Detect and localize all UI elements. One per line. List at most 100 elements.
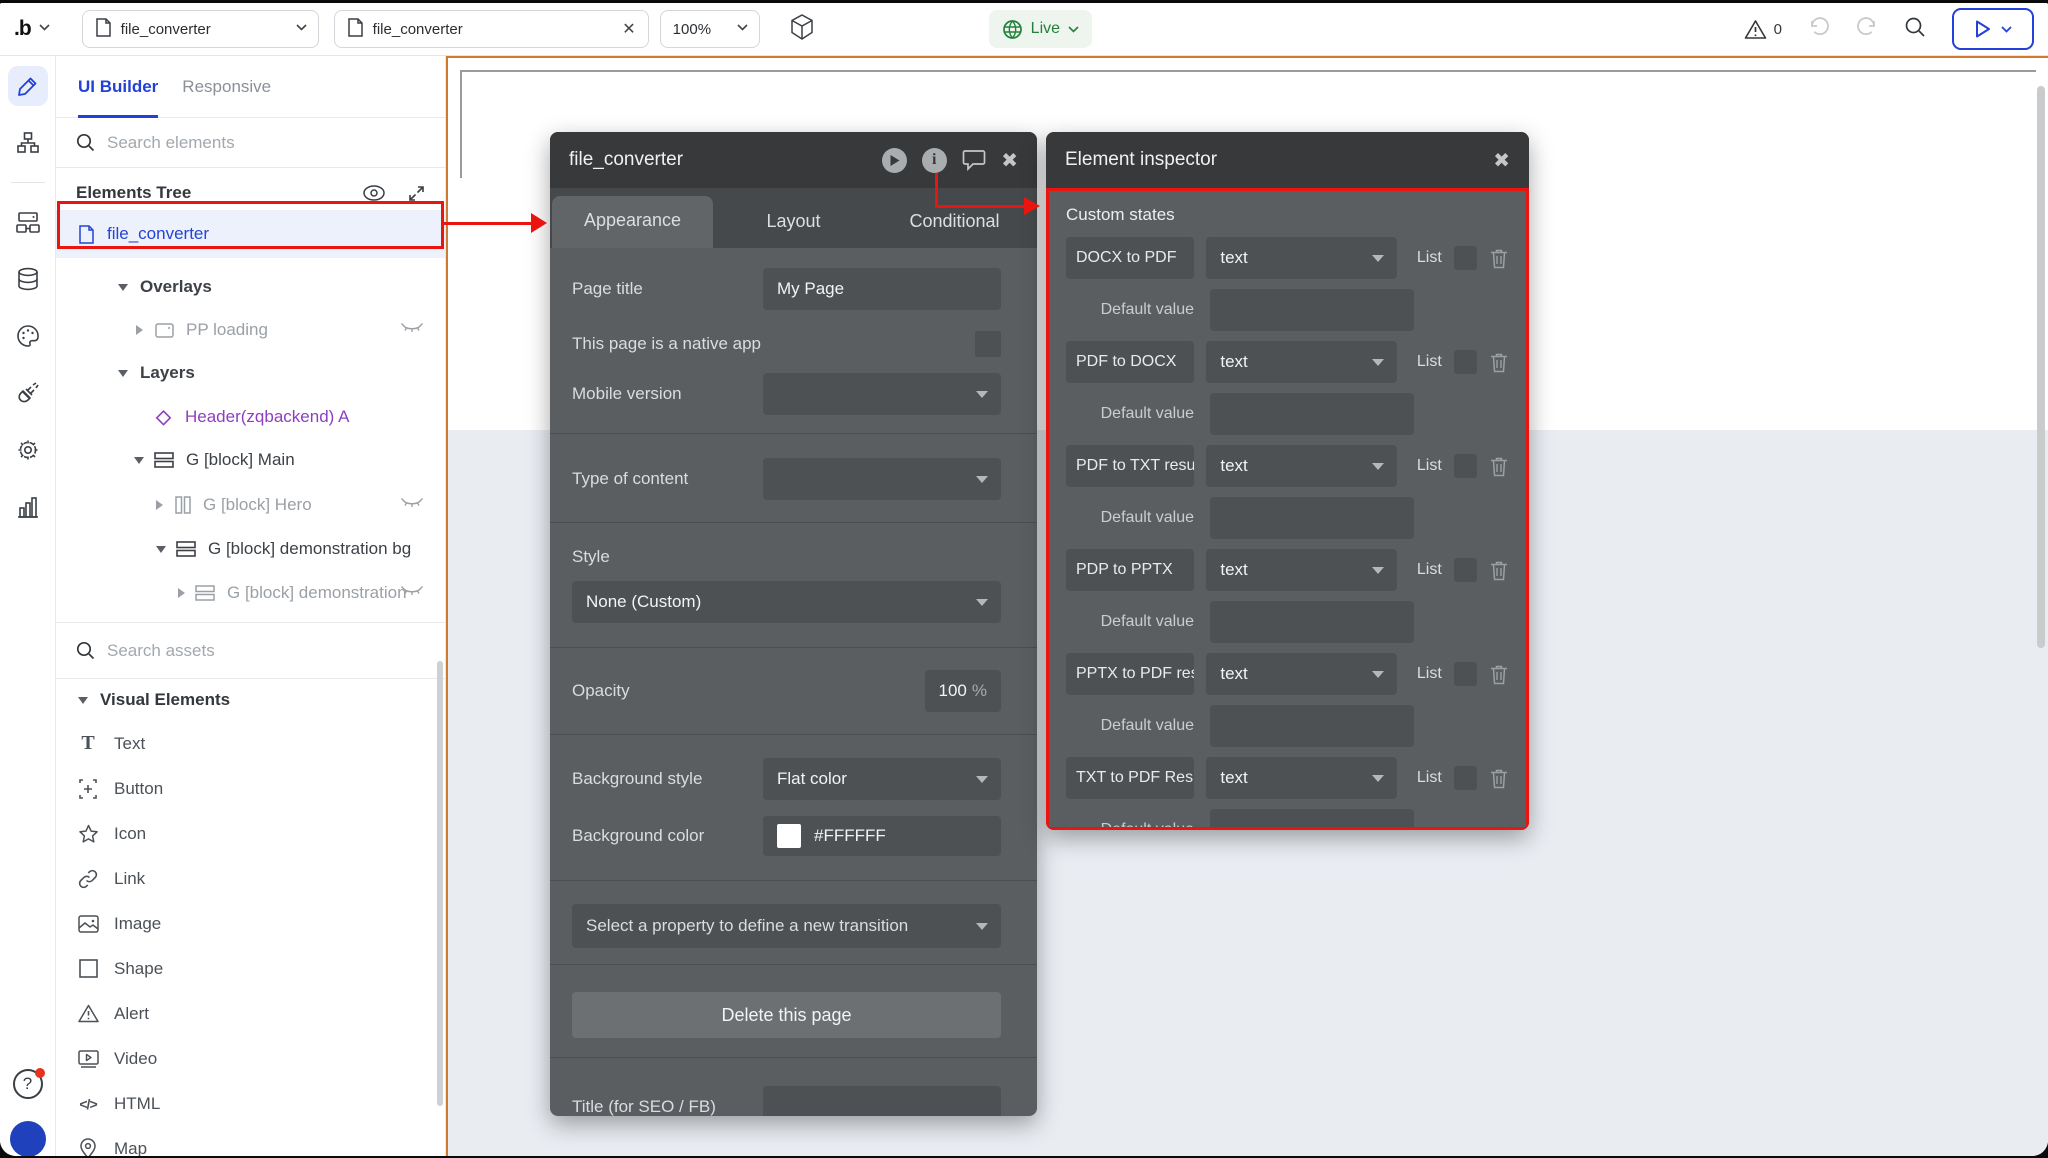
- nav-data-database-icon[interactable]: [8, 259, 48, 299]
- trash-icon[interactable]: [1489, 248, 1509, 269]
- undo-button[interactable]: [1808, 16, 1830, 42]
- mobile-version-dropdown[interactable]: [763, 373, 1001, 415]
- eye-icon[interactable]: [362, 185, 386, 201]
- asset-item-html[interactable]: </> HTML: [56, 1081, 445, 1126]
- asset-item-map[interactable]: Map: [56, 1126, 445, 1156]
- redo-button[interactable]: [1856, 16, 1878, 42]
- state-name-input[interactable]: PDP to PPTX: [1066, 549, 1194, 591]
- bubble-logo[interactable]: .b: [14, 17, 31, 41]
- tree-group-overlays[interactable]: Overlays: [56, 264, 445, 310]
- info-icon[interactable]: i: [921, 147, 947, 173]
- default-value-input[interactable]: [1210, 705, 1414, 747]
- tab-layout[interactable]: Layout: [713, 211, 874, 248]
- tab-conditional[interactable]: Conditional: [874, 211, 1035, 248]
- nav-design-pencil-icon[interactable]: [8, 66, 48, 106]
- default-value-input[interactable]: [1210, 289, 1414, 331]
- nav-logs-chart-icon[interactable]: [8, 487, 48, 527]
- visual-elements-header[interactable]: Visual Elements: [56, 679, 445, 721]
- tab-responsive[interactable]: Responsive: [182, 56, 271, 117]
- preview-play-button[interactable]: [1952, 8, 2034, 50]
- bg-color-field[interactable]: #FFFFFF: [763, 816, 1001, 856]
- list-checkbox[interactable]: [1454, 246, 1477, 270]
- nav-styles-palette-icon[interactable]: [8, 316, 48, 356]
- close-icon[interactable]: ✖: [1001, 148, 1018, 173]
- expand-arrow-icon[interactable]: [136, 325, 143, 335]
- canvas-scrollbar[interactable]: [2037, 86, 2045, 648]
- panel-scrollbar[interactable]: [437, 661, 443, 1106]
- asset-item-image[interactable]: Image: [56, 901, 445, 946]
- color-swatch[interactable]: [777, 824, 801, 848]
- open-page-tab[interactable]: file_converter ✕: [334, 10, 649, 48]
- list-checkbox[interactable]: [1454, 558, 1477, 582]
- tab-ui-builder[interactable]: UI Builder: [78, 56, 158, 117]
- close-icon[interactable]: ✖: [1493, 148, 1510, 173]
- state-type-dropdown[interactable]: text: [1206, 341, 1397, 383]
- page-selector-dropdown[interactable]: file_converter: [82, 10, 319, 48]
- trash-icon[interactable]: [1489, 664, 1509, 685]
- issues-indicator[interactable]: 0: [1744, 19, 1782, 40]
- asset-item-link[interactable]: Link: [56, 856, 445, 901]
- list-checkbox[interactable]: [1454, 350, 1477, 374]
- collapse-arrow-icon[interactable]: [118, 284, 128, 291]
- asset-item-button[interactable]: Button: [56, 766, 445, 811]
- collapse-arrow-icon[interactable]: [134, 457, 144, 464]
- user-avatar[interactable]: [10, 1121, 46, 1156]
- type-of-content-dropdown[interactable]: [763, 458, 1001, 500]
- trash-icon[interactable]: [1489, 456, 1509, 477]
- asset-item-shape[interactable]: Shape: [56, 946, 445, 991]
- state-type-dropdown[interactable]: text: [1206, 653, 1397, 695]
- tree-item-pp-loading[interactable]: PP loading: [56, 310, 445, 350]
- component-cube-icon[interactable]: [790, 14, 814, 45]
- state-name-input[interactable]: TXT to PDF Res: [1066, 757, 1194, 799]
- nav-reusables-blocks-icon[interactable]: [8, 202, 48, 242]
- tree-item-block-hero[interactable]: G [block] Hero: [56, 482, 445, 527]
- state-type-dropdown[interactable]: text: [1206, 237, 1397, 279]
- trash-icon[interactable]: [1489, 768, 1509, 789]
- state-type-dropdown[interactable]: text: [1206, 757, 1397, 799]
- page-title-input[interactable]: My Page: [763, 268, 1001, 310]
- tree-item-block-demo[interactable]: G [block] demonstration: [56, 571, 445, 615]
- nav-settings-gear-icon[interactable]: [8, 430, 48, 470]
- delete-page-button[interactable]: Delete this page: [572, 992, 1001, 1038]
- nav-workflow-sitemap-icon[interactable]: [8, 123, 48, 163]
- asset-item-video[interactable]: Video: [56, 1036, 445, 1081]
- asset-item-alert[interactable]: Alert: [56, 991, 445, 1036]
- tree-item-header-reusable[interactable]: Header(zqbackend) A: [56, 396, 445, 438]
- search-button[interactable]: [1904, 16, 1926, 43]
- tree-group-layers[interactable]: Layers: [56, 350, 445, 396]
- expand-arrow-icon[interactable]: [178, 588, 185, 598]
- tree-item-block-demo-bg[interactable]: G [block] demonstration bg: [56, 527, 445, 571]
- state-name-input[interactable]: PDF to DOCX: [1066, 341, 1194, 383]
- hidden-eye-icon[interactable]: [401, 495, 423, 515]
- collapse-arrow-icon[interactable]: [118, 370, 128, 377]
- close-tab-icon[interactable]: ✕: [622, 19, 635, 39]
- default-value-input[interactable]: [1210, 601, 1414, 643]
- list-checkbox[interactable]: [1454, 766, 1477, 790]
- property-editor-header[interactable]: file_converter i ✖: [550, 132, 1037, 188]
- state-name-input[interactable]: DOCX to PDF: [1066, 237, 1194, 279]
- state-name-input[interactable]: PPTX to PDF res: [1066, 653, 1194, 695]
- tab-appearance[interactable]: Appearance: [552, 196, 713, 248]
- native-app-checkbox[interactable]: [975, 331, 1001, 357]
- search-elements-input[interactable]: Search elements: [56, 118, 445, 168]
- default-value-input[interactable]: [1210, 393, 1414, 435]
- tree-item-block-main[interactable]: G [block] Main: [56, 438, 445, 482]
- asset-item-text[interactable]: T Text: [56, 721, 445, 766]
- transition-dropdown[interactable]: Select a property to define a new transi…: [572, 904, 1001, 948]
- design-canvas[interactable]: file_converter i ✖ Appearance Layout: [446, 56, 2048, 1156]
- state-type-dropdown[interactable]: text: [1206, 445, 1397, 487]
- live-environment-badge[interactable]: Live: [989, 10, 1092, 48]
- preview-element-icon[interactable]: [881, 147, 907, 173]
- expand-arrow-icon[interactable]: [156, 500, 163, 510]
- style-dropdown[interactable]: None (Custom): [572, 581, 1001, 623]
- trash-icon[interactable]: [1489, 352, 1509, 373]
- expand-tree-icon[interactable]: [408, 185, 425, 202]
- nav-plugins-plug-icon[interactable]: [8, 373, 48, 413]
- opacity-input[interactable]: 100 %: [925, 670, 1001, 712]
- list-checkbox[interactable]: [1454, 662, 1477, 686]
- default-value-input[interactable]: [1210, 809, 1414, 830]
- comment-bubble-icon[interactable]: [961, 147, 987, 173]
- default-value-input[interactable]: [1210, 497, 1414, 539]
- state-name-input[interactable]: PDF to TXT resu: [1066, 445, 1194, 487]
- zoom-dropdown[interactable]: 100%: [660, 10, 760, 48]
